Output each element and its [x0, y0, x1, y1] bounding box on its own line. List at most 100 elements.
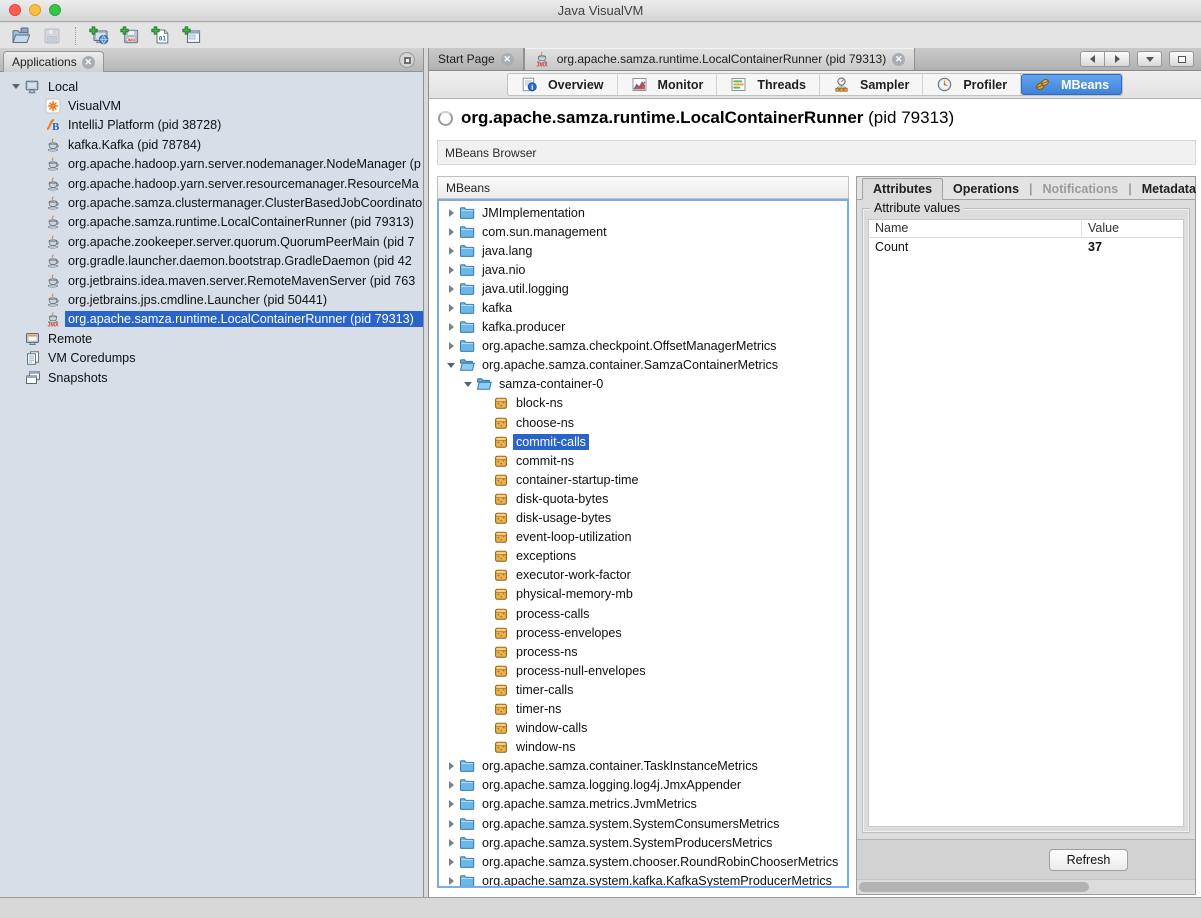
expand-toggle-icon[interactable]: [444, 323, 458, 331]
expand-toggle-icon[interactable]: [444, 304, 458, 312]
document-tab[interactable]: JMXorg.apache.samza.runtime.LocalContain…: [524, 48, 916, 70]
tree-item[interactable]: org.apache.hadoop.yarn.server.resourcema…: [0, 174, 423, 193]
expand-toggle-icon[interactable]: [444, 342, 458, 350]
add-vm-coredump-button[interactable]: 01: [150, 25, 172, 47]
tree-item[interactable]: process-ns: [439, 642, 847, 661]
attributes-tab-attributes[interactable]: Attributes: [862, 178, 943, 200]
view-tab-profiler[interactable]: Profiler: [923, 74, 1021, 95]
tree-item[interactable]: Local: [0, 77, 423, 96]
tree-item[interactable]: org.apache.samza.system.chooser.RoundRob…: [439, 852, 847, 871]
tree-item[interactable]: org.gradle.launcher.daemon.bootstrap.Gra…: [0, 252, 423, 271]
scroll-tabs-left-button[interactable]: [1080, 51, 1105, 67]
maximize-view-button[interactable]: [1169, 51, 1194, 67]
close-tab-icon[interactable]: ✕: [501, 53, 514, 66]
tree-item[interactable]: process-envelopes: [439, 623, 847, 642]
tree-item[interactable]: window-ns: [439, 738, 847, 757]
tree-item[interactable]: java.lang: [439, 241, 847, 260]
tree-item[interactable]: commit-calls: [439, 432, 847, 451]
expand-toggle-icon[interactable]: [444, 228, 458, 236]
tree-item[interactable]: java.nio: [439, 260, 847, 279]
collapse-toggle-icon[interactable]: [444, 363, 458, 368]
tree-item[interactable]: event-loop-utilization: [439, 528, 847, 547]
collapse-toggle-icon[interactable]: [461, 382, 475, 387]
tree-item[interactable]: org.apache.samza.container.SamzaContaine…: [439, 356, 847, 375]
view-tab-mbeans[interactable]: MBeans: [1021, 74, 1122, 95]
expand-toggle-icon[interactable]: [444, 762, 458, 770]
view-tab-sampler[interactable]: Sampler: [820, 74, 923, 95]
expand-toggle-icon[interactable]: [444, 247, 458, 255]
tree-item[interactable]: process-null-envelopes: [439, 661, 847, 680]
expand-toggle-icon[interactable]: [444, 266, 458, 274]
tree-item[interactable]: choose-ns: [439, 413, 847, 432]
tree-item[interactable]: Remote: [0, 329, 423, 348]
tree-item[interactable]: kafka.Kafka (pid 78784): [0, 135, 423, 154]
view-tab-monitor[interactable]: Monitor: [618, 74, 718, 95]
tree-item[interactable]: physical-memory-mb: [439, 585, 847, 604]
tree-item[interactable]: org.apache.samza.container.TaskInstanceM…: [439, 757, 847, 776]
scroll-tabs-right-button[interactable]: [1105, 51, 1130, 67]
tree-item[interactable]: org.apache.samza.system.SystemConsumersM…: [439, 814, 847, 833]
tree-item[interactable]: org.apache.samza.clustermanager.ClusterB…: [0, 193, 423, 212]
applications-tab[interactable]: Applications ✕: [3, 51, 104, 72]
tree-item[interactable]: VisualVM: [0, 96, 423, 115]
tree-item[interactable]: block-ns: [439, 394, 847, 413]
open-file-button[interactable]: [10, 25, 32, 47]
expand-toggle-icon[interactable]: [444, 858, 458, 866]
tree-item[interactable]: samza-container-0: [439, 375, 847, 394]
tree-item[interactable]: org.jetbrains.idea.maven.server.RemoteMa…: [0, 271, 423, 290]
tree-item[interactable]: org.apache.samza.checkpoint.OffsetManage…: [439, 337, 847, 356]
column-header-value[interactable]: Value: [1082, 220, 1125, 237]
tree-item[interactable]: org.jetbrains.jps.cmdline.Launcher (pid …: [0, 290, 423, 309]
minimize-panel-button[interactable]: [399, 52, 415, 68]
tree-item[interactable]: disk-quota-bytes: [439, 489, 847, 508]
tree-item[interactable]: BIntelliJ Platform (pid 38728): [0, 116, 423, 135]
tree-item[interactable]: kafka.producer: [439, 318, 847, 337]
close-window-button[interactable]: [9, 4, 21, 16]
tree-item[interactable]: org.apache.samza.system.kafka.KafkaSyste…: [439, 871, 847, 888]
tree-item[interactable]: kafka: [439, 298, 847, 317]
tree-item[interactable]: commit-ns: [439, 451, 847, 470]
attributes-horizontal-scrollbar[interactable]: [857, 879, 1195, 894]
tree-item[interactable]: timer-ns: [439, 699, 847, 718]
expand-toggle-icon[interactable]: [444, 781, 458, 789]
attributes-tab-operations[interactable]: Operations: [943, 179, 1029, 199]
tree-item[interactable]: org.apache.samza.runtime.LocalContainerR…: [0, 213, 423, 232]
minimize-window-button[interactable]: [29, 4, 41, 16]
attribute-row[interactable]: Count37: [869, 238, 1183, 257]
tree-item[interactable]: org.apache.samza.logging.log4j.JmxAppend…: [439, 776, 847, 795]
tree-item[interactable]: VM Coredumps: [0, 348, 423, 367]
add-remote-host-button[interactable]: [88, 25, 110, 47]
scrollbar-thumb[interactable]: [859, 882, 1089, 892]
tree-item[interactable]: Snapshots: [0, 368, 423, 387]
tree-item[interactable]: timer-calls: [439, 680, 847, 699]
tree-item[interactable]: exceptions: [439, 547, 847, 566]
tree-item[interactable]: org.apache.samza.metrics.JvmMetrics: [439, 795, 847, 814]
column-header-name[interactable]: Name: [869, 220, 1082, 237]
close-tab-icon[interactable]: ✕: [892, 53, 905, 66]
expand-toggle-icon[interactable]: [444, 800, 458, 808]
tree-item[interactable]: JMXorg.apache.samza.runtime.LocalContain…: [0, 310, 423, 329]
expand-toggle-icon[interactable]: [444, 820, 458, 828]
tree-item[interactable]: com.sun.management: [439, 222, 847, 241]
add-jmx-connection-button[interactable]: JMX: [119, 25, 141, 47]
zoom-window-button[interactable]: [49, 4, 61, 16]
tree-item[interactable]: java.util.logging: [439, 279, 847, 298]
tree-item[interactable]: process-calls: [439, 604, 847, 623]
add-application-snapshot-button[interactable]: [181, 25, 203, 47]
view-tab-threads[interactable]: Threads: [717, 74, 820, 95]
tree-item[interactable]: disk-usage-bytes: [439, 509, 847, 528]
tree-item[interactable]: executor-work-factor: [439, 566, 847, 585]
expand-toggle-icon[interactable]: [444, 285, 458, 293]
document-tab[interactable]: Start Page✕: [429, 48, 524, 70]
tree-item[interactable]: window-calls: [439, 719, 847, 738]
expand-toggle-icon[interactable]: [444, 209, 458, 217]
tree-item[interactable]: org.apache.samza.system.SystemProducersM…: [439, 833, 847, 852]
refresh-button[interactable]: Refresh: [1049, 849, 1128, 871]
expand-toggle-icon[interactable]: [444, 839, 458, 847]
collapse-toggle-icon[interactable]: [8, 84, 24, 89]
expand-toggle-icon[interactable]: [444, 877, 458, 885]
close-applications-tab-icon[interactable]: ✕: [82, 56, 95, 69]
tree-item[interactable]: JMImplementation: [439, 203, 847, 222]
tab-list-dropdown-button[interactable]: [1137, 51, 1162, 67]
view-tab-overview[interactable]: iOverview: [508, 74, 618, 95]
